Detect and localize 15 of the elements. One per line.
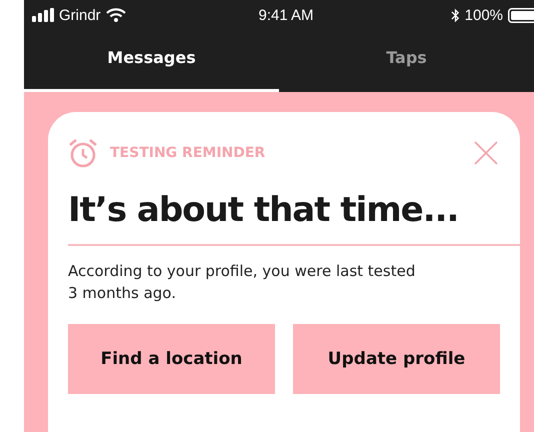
- alarm-clock-icon: [68, 138, 98, 168]
- action-button[interactable]: Find a location: [68, 324, 275, 394]
- reminder-label: TESTING REMINDER: [110, 145, 266, 161]
- signal-icon: [32, 8, 54, 22]
- bluetooth-icon: [450, 8, 460, 22]
- close-icon[interactable]: [474, 141, 498, 165]
- reminder-message: According to your profile, you were last tested 3 months ago.: [68, 261, 416, 304]
- wifi-icon: [106, 8, 126, 22]
- battery-icon: [508, 8, 534, 22]
- carrier-name: Grindr: [59, 6, 101, 24]
- clock-time: 9:41 AM: [258, 6, 314, 24]
- battery-percent: 100%: [464, 6, 504, 24]
- tab[interactable]: Taps: [279, 30, 534, 92]
- action-button[interactable]: Update profile: [293, 324, 500, 394]
- reminder-heading: It’s about that time...: [68, 189, 460, 232]
